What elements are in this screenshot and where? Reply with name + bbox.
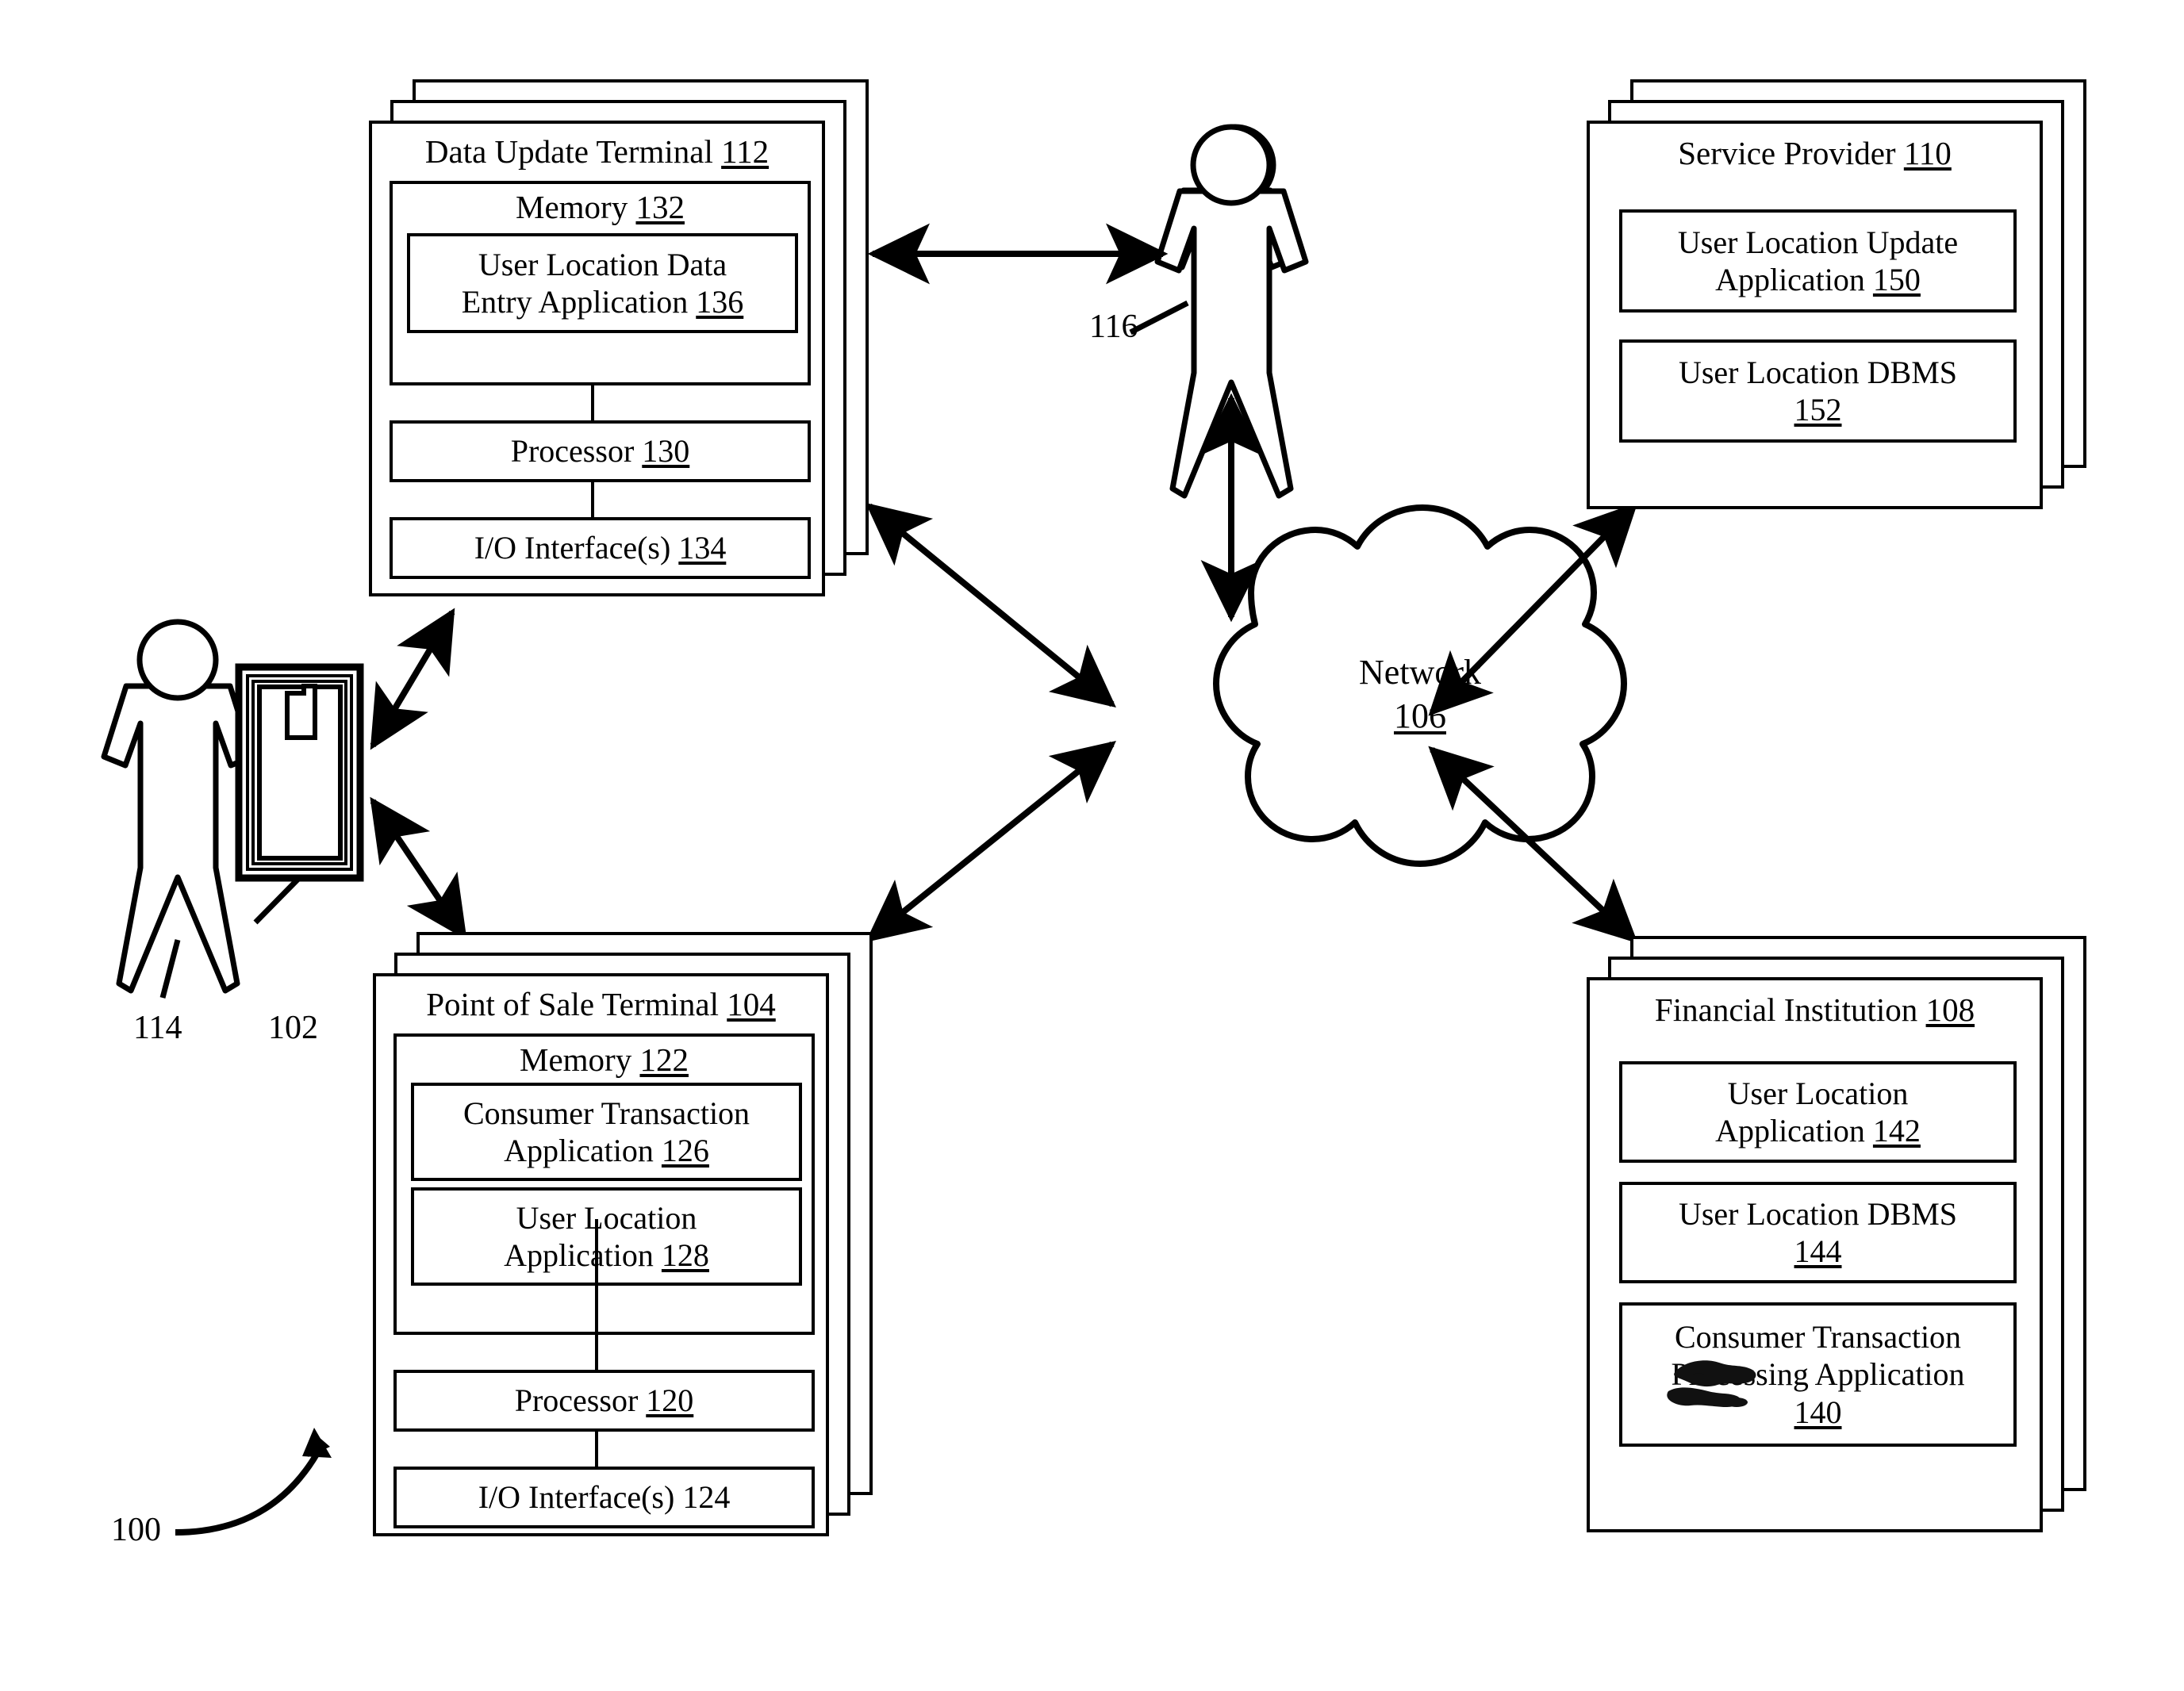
service-provider-title: Service Provider 110 — [1678, 135, 1952, 171]
arrow-device-to-point-of-sale — [370, 796, 467, 941]
app-142-line2: Application 142 — [1715, 1113, 1921, 1148]
point-of-sale-io-box: I/O Interface(s) 124 — [393, 1467, 815, 1528]
app-142-line1: User Location — [1727, 1075, 1909, 1111]
consumer-transaction-application-box: Consumer Transaction Application 126 — [411, 1083, 802, 1181]
point-of-sale-processor-box: Processor 120 — [393, 1370, 815, 1432]
data-update-terminal-processor-box: Processor 130 — [390, 420, 811, 482]
app-136-line2: Entry Application 136 — [461, 284, 744, 320]
app-140-line2: Processing Application — [1671, 1356, 1965, 1393]
app-136-line1: User Location Data — [478, 246, 727, 282]
user-location-dbms-152-box: User Location DBMS 152 — [1619, 339, 2017, 443]
stack-sheet-front: Data Update Terminal 112 Memory 132 User… — [369, 121, 825, 596]
network-label: Network 106 — [1248, 650, 1592, 738]
user-location-update-application-box: User Location Update Application 150 — [1619, 209, 2017, 313]
leader-102 — [253, 875, 302, 925]
node-service-provider: Service Provider 110 User Location Updat… — [1587, 79, 2094, 523]
network-label-text: Network — [1359, 653, 1481, 692]
dbms-144-line1: User Location DBMS — [1678, 1195, 1958, 1232]
memory-132-label: Memory 132 — [516, 189, 685, 225]
arrow-data-update-terminal-to-network — [866, 502, 1116, 708]
processor-130-label: Processor 130 — [510, 433, 690, 470]
arrow-device-to-data-update-terminal — [370, 608, 455, 750]
data-update-terminal-io-box: I/O Interface(s) 134 — [390, 517, 811, 579]
point-of-sale-memory-box: Memory 122 Consumer Transaction Applicat… — [393, 1033, 815, 1335]
stack-sheet-front: Service Provider 110 User Location Updat… — [1587, 121, 2043, 509]
leader-116 — [1129, 300, 1189, 336]
io-134-label: I/O Interface(s) 134 — [474, 530, 727, 566]
node-point-of-sale-terminal: Point of Sale Terminal 104 Memory 122 Co… — [373, 932, 881, 1566]
app-150-line1: User Location Update — [1677, 224, 1959, 260]
node-data-update-terminal: Data Update Terminal 112 Memory 132 User… — [369, 79, 869, 603]
app-140-ref: 140 — [1794, 1394, 1842, 1430]
leader-114 — [159, 939, 181, 999]
patent-figure-canvas: Data Update Terminal 112 Memory 132 User… — [0, 0, 2184, 1691]
connector-processor-io — [591, 482, 594, 517]
data-update-terminal-title: Data Update Terminal 112 — [424, 133, 770, 170]
figure-ref-arrow — [175, 1451, 320, 1536]
data-update-terminal-memory-box: Memory 132 User Location Data Entry Appl… — [390, 181, 811, 385]
app-126-line2: Application 126 — [504, 1133, 709, 1168]
connector-processor-io — [595, 1432, 598, 1467]
arrow-point-of-sale-to-network — [866, 740, 1116, 943]
ref-numeral-102: 102 — [268, 1010, 318, 1046]
connector-memory-processor — [595, 1219, 598, 1370]
app-140-line1: Consumer Transaction — [1674, 1319, 1962, 1355]
user-location-application-142-box: User Location Application 142 — [1619, 1061, 2017, 1163]
io-124-label: I/O Interface(s) 124 — [478, 1479, 731, 1516]
point-of-sale-terminal-title: Point of Sale Terminal 104 — [426, 986, 776, 1022]
connector-memory-processor — [591, 385, 594, 420]
user-location-dbms-144-box: User Location DBMS 144 — [1619, 1182, 2017, 1283]
ref-numeral-116: 116 — [1089, 309, 1138, 345]
financial-institution-title: Financial Institution 108 — [1654, 991, 1975, 1028]
app-150-line2: Application 150 — [1715, 262, 1921, 297]
dbms-152-line1: User Location DBMS — [1678, 354, 1958, 390]
ref-numeral-100: 100 — [111, 1512, 161, 1548]
user-location-application-box: User Location Application 128 — [411, 1187, 802, 1286]
stack-sheet-front: Point of Sale Terminal 104 Memory 122 Co… — [373, 973, 829, 1536]
stack-sheet-front: Financial Institution 108 User Location … — [1587, 977, 2043, 1532]
dbms-152-ref: 152 — [1794, 392, 1842, 428]
consumer-transaction-processing-application-box: Consumer Transaction Processing Applicat… — [1619, 1302, 2017, 1447]
app-128-line1: User Location — [516, 1199, 697, 1236]
processor-120-label: Processor 120 — [514, 1382, 694, 1419]
mobile-device-icon — [235, 663, 364, 882]
node-financial-institution: Financial Institution 108 User Location … — [1587, 936, 2094, 1563]
user-location-data-entry-application-box: User Location Data Entry Application 136 — [407, 233, 798, 333]
user-person-icon — [101, 619, 255, 994]
network-label-ref: 106 — [1394, 696, 1446, 735]
ref-numeral-114: 114 — [133, 1010, 182, 1046]
dbms-144-ref: 144 — [1794, 1233, 1842, 1269]
memory-122-label: Memory 122 — [520, 1041, 689, 1078]
app-126-line1: Consumer Transaction — [463, 1095, 750, 1131]
app-128-line2: Application 128 — [504, 1237, 709, 1273]
